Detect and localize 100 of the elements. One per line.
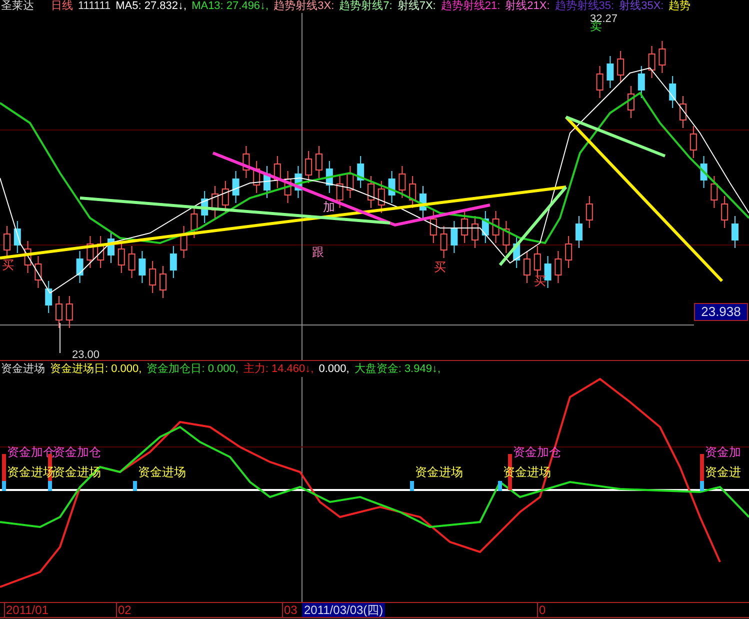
add-signal: 加 (323, 200, 335, 214)
candlestick (576, 216, 582, 248)
candlestick (472, 216, 478, 248)
candlestick (305, 150, 312, 184)
stock-name: 圣莱达 (1, 0, 34, 13)
follow-signal: 跟 (312, 245, 324, 259)
candlestick (430, 210, 437, 244)
period-label: 日线 (51, 0, 73, 13)
candlestick (461, 210, 468, 244)
candlestick (440, 226, 448, 258)
indicator-value: 主力: 14.460↓, (243, 362, 314, 376)
candlestick (45, 280, 52, 314)
signal-bar (498, 481, 502, 491)
candlestick (232, 170, 240, 204)
indicator-value: 射线21X: (505, 0, 550, 13)
candlestick (284, 170, 292, 204)
candlestick (222, 180, 229, 214)
candlestick (76, 250, 84, 284)
candlestick (128, 246, 136, 278)
indicator-value: 0.000, (318, 362, 350, 376)
candlestick (190, 206, 198, 238)
fund-entry-label: 资金进 (705, 465, 741, 479)
indicator-value: 资金加仓日: 0.000, (146, 362, 238, 376)
candlestick (97, 236, 104, 268)
candlestick (492, 210, 500, 244)
candlestick (554, 250, 562, 284)
candlestick (524, 250, 530, 284)
buy-signal: 买 (2, 258, 14, 272)
indicator-value: 趋势射线7: (339, 0, 392, 13)
candlestick (409, 176, 416, 208)
low-price-label: 23.00 (72, 349, 100, 360)
candlestick (617, 50, 624, 84)
candlestick (482, 210, 489, 244)
candlestick (378, 180, 385, 214)
fund-entry-label: 资金进场 (138, 465, 186, 479)
buy-signal: 买 (534, 274, 546, 288)
candlestick (450, 220, 458, 254)
candlestick (710, 176, 718, 208)
indicator-value: MA5: 27.832↓, (116, 0, 187, 13)
candlestick (326, 160, 333, 194)
candlestick (544, 256, 552, 288)
candlestick (638, 66, 645, 98)
indicator-value: 射线7X: (397, 0, 436, 13)
fund-entry-label: 资金进场 (415, 465, 463, 479)
price-tag: 23.938 (694, 303, 748, 321)
indicator-value: 资金进场日: 0.000, (50, 362, 142, 376)
candlestick (420, 186, 426, 218)
candlestick (346, 166, 354, 198)
candlestick (149, 260, 156, 294)
candlestick (398, 166, 406, 198)
stock-code: 111111 (78, 0, 111, 13)
candlestick (700, 156, 708, 188)
candlestick (680, 96, 686, 128)
candlestick (4, 226, 10, 258)
candlestick (628, 86, 634, 118)
candlestick (24, 240, 32, 274)
candlestick (513, 236, 520, 268)
candlestick (658, 40, 666, 74)
indicator-value: 大盘资金: 3.949↓, (354, 362, 441, 376)
candlestick (56, 296, 62, 328)
candlestick (690, 126, 697, 158)
candlestick (388, 170, 396, 204)
add-position-label: 资金加 (705, 445, 741, 459)
date-label: 03 (282, 603, 298, 617)
candlestick (336, 176, 344, 208)
candlestick (721, 196, 728, 228)
candlestick (108, 230, 114, 264)
candlestick (606, 56, 614, 88)
indicator-value: 趋势 (668, 0, 691, 13)
candlestick (14, 220, 21, 254)
buy-signal: 买 (434, 260, 446, 274)
indicator-value: MA13: 27.496↓, (192, 0, 269, 13)
candlestick (201, 190, 208, 224)
candlestick (274, 156, 281, 188)
candlestick (732, 216, 738, 248)
signal-bar (133, 481, 137, 491)
candlestick (170, 246, 177, 278)
candlestick (669, 76, 676, 108)
candlestick (648, 46, 656, 78)
candlestick (596, 66, 604, 98)
candlestick (253, 160, 260, 194)
add-position-label: 资金加仓 (53, 445, 101, 459)
candlestick (264, 166, 270, 198)
cursor-date: 2011/03/03(四) (302, 603, 386, 617)
candlestick (368, 176, 374, 208)
candlestick (502, 220, 510, 254)
indicator-value: 趋势射线35: (554, 0, 614, 13)
candlestick (212, 186, 218, 218)
candlestick (294, 166, 302, 198)
candlestick (242, 146, 250, 178)
candlestick (357, 156, 364, 188)
candlestick (86, 236, 94, 268)
candlestick (66, 296, 73, 328)
indicator-value: 趋势射线3X: (274, 0, 334, 13)
candlestick (180, 226, 188, 258)
candlestick (160, 266, 166, 298)
candlestick (138, 250, 146, 284)
date-label: 0 (537, 603, 546, 617)
indicator-value: 射线35X: (619, 0, 664, 13)
date-label: 02 (116, 603, 132, 617)
